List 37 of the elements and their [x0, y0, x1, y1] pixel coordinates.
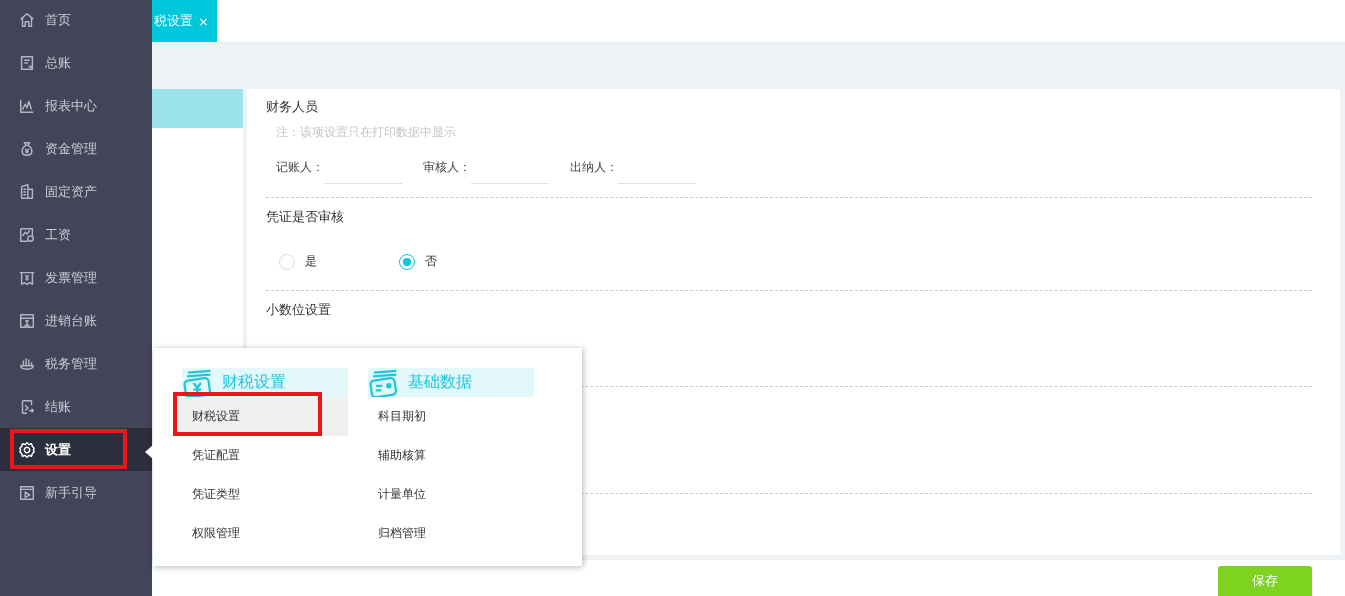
- sidebar-item[interactable]: 首页: [0, 0, 152, 41]
- menu-item[interactable]: 归档管理: [364, 514, 534, 553]
- menu-item[interactable]: 科目期初: [364, 397, 534, 436]
- window-icon: [18, 311, 36, 330]
- menu-item[interactable]: 凭证配置: [178, 436, 348, 475]
- section-title: 财务人员: [266, 98, 319, 116]
- sidebar-item[interactable]: 设置: [0, 428, 152, 471]
- moneybag-icon: [18, 139, 36, 158]
- sidebar-item[interactable]: 进销台账: [0, 299, 152, 342]
- sidebar-item[interactable]: 固定资产: [0, 170, 152, 213]
- menu-item[interactable]: 辅助核算: [364, 436, 534, 475]
- menu-item[interactable]: 权限管理: [178, 514, 348, 553]
- play-icon: [18, 483, 36, 502]
- nav-highlight[interactable]: [152, 89, 243, 128]
- menu-item[interactable]: 计量单位: [364, 475, 534, 514]
- ledger-icon: [18, 53, 36, 72]
- field-label: 记账人：: [276, 159, 324, 176]
- sidebar-item[interactable]: 报表中心: [0, 84, 152, 127]
- radio-label: 是: [305, 253, 317, 270]
- salary-icon: [18, 225, 36, 244]
- section-title: 小数位设置: [266, 301, 332, 319]
- home-icon: [18, 10, 36, 29]
- building-icon: [18, 182, 36, 201]
- sidebar-item[interactable]: 总账: [0, 41, 152, 84]
- sidebar-item[interactable]: 税务管理: [0, 342, 152, 385]
- sidebar-item[interactable]: 发票管理: [0, 256, 152, 299]
- sidebar-item[interactable]: 新手引导: [0, 471, 152, 514]
- sidebar-item[interactable]: 资金管理: [0, 127, 152, 170]
- menu-item[interactable]: 凭证类型: [178, 475, 348, 514]
- field-label: 出纳人：: [570, 159, 618, 176]
- menu-group-header: 基础数据: [368, 368, 534, 397]
- gear-icon: [18, 440, 36, 459]
- sidebar-item[interactable]: 工资: [0, 213, 152, 256]
- field-label: 审核人：: [423, 159, 471, 176]
- radio-label: 否: [425, 253, 437, 270]
- section-title: 凭证是否审核: [266, 208, 345, 226]
- sidebar-item[interactable]: 结账: [0, 385, 152, 428]
